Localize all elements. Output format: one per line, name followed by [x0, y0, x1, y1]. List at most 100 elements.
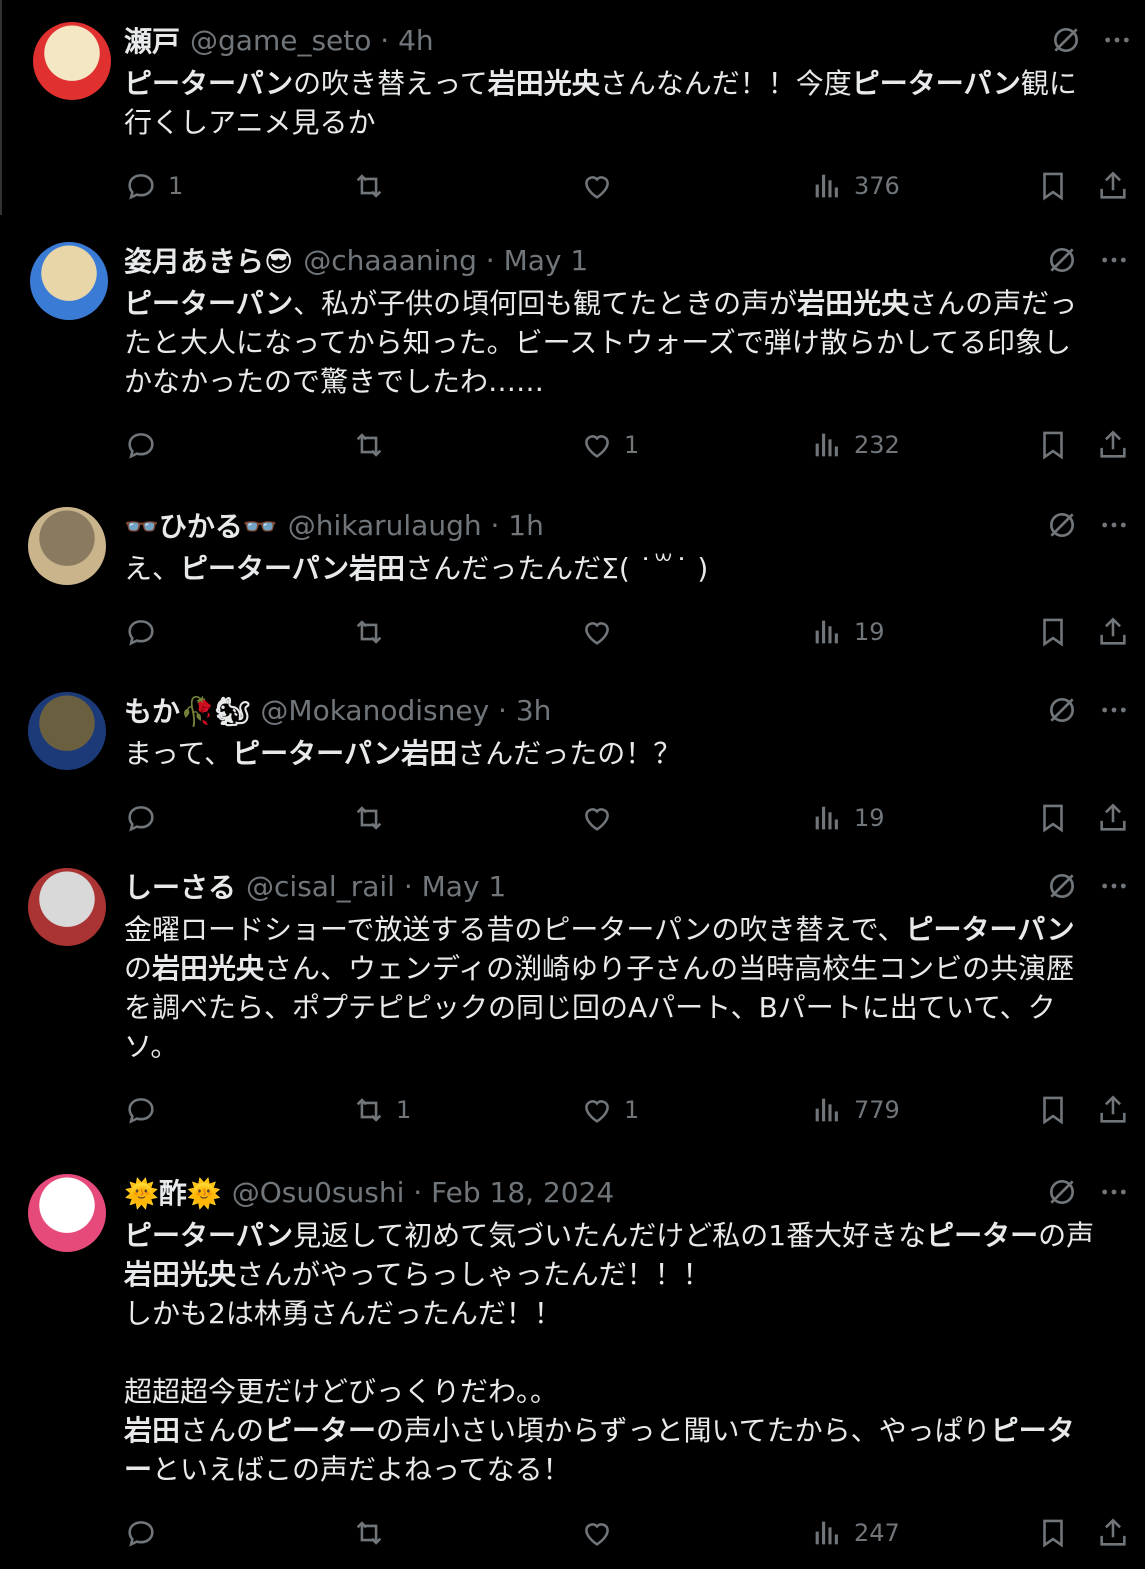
- share-button[interactable]: [1096, 798, 1130, 838]
- share-button[interactable]: [1096, 1513, 1130, 1553]
- grok-icon[interactable]: [1046, 870, 1078, 902]
- bookmark-button[interactable]: [1036, 1513, 1070, 1553]
- grok-icon[interactable]: [1046, 244, 1078, 276]
- text-segment: の声小さい頃からずっと聞いてたから、やっぱり: [376, 1414, 991, 1447]
- handle-and-time[interactable]: @Mokanodisney · 3h: [260, 694, 551, 727]
- more-icon[interactable]: [1098, 870, 1130, 902]
- more-icon[interactable]: [1098, 509, 1130, 541]
- reply-icon: [124, 1516, 158, 1550]
- avatar[interactable]: [28, 507, 106, 585]
- grok-icon[interactable]: [1046, 1176, 1078, 1208]
- views-icon: [810, 169, 844, 203]
- views-icon: [810, 1516, 844, 1550]
- share-icon: [1096, 615, 1130, 649]
- views-count: 232: [854, 431, 900, 459]
- like-icon: [580, 1093, 614, 1127]
- like-icon: [580, 428, 614, 462]
- retweet-button[interactable]: [352, 425, 386, 465]
- text-segment: 見返して初めて気づいたんだけど私の1番大好きな: [293, 1219, 927, 1252]
- text-segment: え、: [124, 552, 181, 585]
- bookmark-icon: [1036, 801, 1070, 835]
- grok-icon[interactable]: [1050, 24, 1082, 56]
- share-icon: [1096, 169, 1130, 203]
- highlighted-term: ピーターパン: [905, 913, 1075, 946]
- avatar[interactable]: [30, 242, 108, 320]
- views-icon: [810, 1093, 844, 1127]
- bookmark-button[interactable]: [1036, 166, 1070, 206]
- more-icon[interactable]: [1098, 694, 1130, 726]
- handle-and-time[interactable]: @Osu0sushi · Feb 18, 2024: [232, 1176, 615, 1209]
- like-button[interactable]: [580, 166, 614, 206]
- like-button[interactable]: [580, 798, 614, 838]
- tweet-text: え、ピーターパン岩田さんだったんだΣ( ˙꒳˙ ): [124, 549, 1124, 588]
- handle-and-time[interactable]: @cisal_rail · May 1: [246, 870, 506, 903]
- retweet-button[interactable]: 1: [352, 1090, 411, 1130]
- like-button[interactable]: [580, 612, 614, 652]
- views-button[interactable]: 376: [810, 166, 900, 206]
- highlighted-term: 岩田光央: [487, 67, 600, 100]
- handle-and-time[interactable]: @game_seto · 4h: [190, 24, 434, 57]
- grok-icon[interactable]: [1046, 694, 1078, 726]
- like-button[interactable]: [580, 1513, 614, 1553]
- reply-button[interactable]: [124, 425, 158, 465]
- like-button[interactable]: 1: [580, 1090, 639, 1130]
- like-count: 1: [624, 1096, 640, 1124]
- reply-count: 1: [168, 172, 184, 200]
- handle-and-time[interactable]: @chaaaning · May 1: [303, 244, 588, 277]
- display-name[interactable]: 姿月あきら😎: [124, 240, 293, 280]
- views-button[interactable]: 19: [810, 798, 885, 838]
- more-icon[interactable]: [1098, 244, 1130, 276]
- views-button[interactable]: 232: [810, 425, 900, 465]
- tweet-actions: 1 1 779: [124, 1090, 1134, 1130]
- avatar[interactable]: [28, 1174, 106, 1252]
- share-button[interactable]: [1096, 166, 1130, 206]
- reply-button[interactable]: [124, 1090, 158, 1130]
- reply-button[interactable]: [124, 798, 158, 838]
- retweet-button[interactable]: [352, 612, 386, 652]
- views-button[interactable]: 247: [810, 1513, 900, 1553]
- bookmark-button[interactable]: [1036, 612, 1070, 652]
- display-name[interactable]: しーさる: [124, 866, 236, 906]
- display-name[interactable]: もか🥀🐿: [124, 690, 250, 730]
- reply-button[interactable]: [124, 612, 158, 652]
- more-icon[interactable]: [1101, 24, 1133, 56]
- display-name[interactable]: 瀬戸: [124, 20, 180, 60]
- text-segment: さんだったんだΣ( ˙꒳˙ ): [405, 552, 709, 585]
- views-count: 779: [854, 1096, 900, 1124]
- highlighted-term: ピーターパン岩田: [232, 737, 458, 770]
- avatar[interactable]: [28, 868, 106, 946]
- reply-button[interactable]: 1: [124, 166, 183, 206]
- highlighted-term: ピーターパン: [124, 1219, 294, 1252]
- share-button[interactable]: [1096, 1090, 1130, 1130]
- text-segment: の声: [1038, 1219, 1095, 1252]
- bookmark-button[interactable]: [1036, 425, 1070, 465]
- views-button[interactable]: 779: [810, 1090, 900, 1130]
- tweet-text: ピーターパンの吹き替えって岩田光央さんなんだ！！今度ピーターパン観に 行くしアニ…: [124, 64, 1124, 142]
- highlighted-term: ピーターパン岩田: [180, 552, 406, 585]
- reply-button[interactable]: [124, 1513, 158, 1553]
- display-name[interactable]: 🌞酢🌞: [124, 1172, 222, 1212]
- retweet-icon: [352, 428, 386, 462]
- highlighted-term: ピーター: [926, 1219, 1039, 1252]
- bookmark-button[interactable]: [1036, 798, 1070, 838]
- tweet-actions: 1 232: [124, 425, 1134, 465]
- handle-and-time[interactable]: @hikarulaugh · 1h: [288, 509, 544, 542]
- avatar[interactable]: [33, 22, 111, 100]
- display-name[interactable]: 👓ひかる👓: [124, 505, 278, 545]
- share-button[interactable]: [1096, 612, 1130, 652]
- tweet-header: 🌞酢🌞 @Osu0sushi · Feb 18, 2024: [124, 1172, 614, 1212]
- text-segment: といえばこの声だよねってなる！: [152, 1453, 571, 1486]
- thread-line: [0, 0, 2, 215]
- share-button[interactable]: [1096, 425, 1130, 465]
- grok-icon[interactable]: [1046, 509, 1078, 541]
- avatar[interactable]: [28, 692, 106, 770]
- views-button[interactable]: 19: [810, 612, 885, 652]
- bookmark-button[interactable]: [1036, 1090, 1070, 1130]
- retweet-button[interactable]: [352, 1513, 386, 1553]
- like-button[interactable]: 1: [580, 425, 639, 465]
- retweet-icon: [352, 169, 386, 203]
- text-segment: 、私が子供の頃何回も観てたときの声が: [293, 287, 798, 320]
- retweet-button[interactable]: [352, 798, 386, 838]
- retweet-button[interactable]: [352, 166, 386, 206]
- more-icon[interactable]: [1098, 1176, 1130, 1208]
